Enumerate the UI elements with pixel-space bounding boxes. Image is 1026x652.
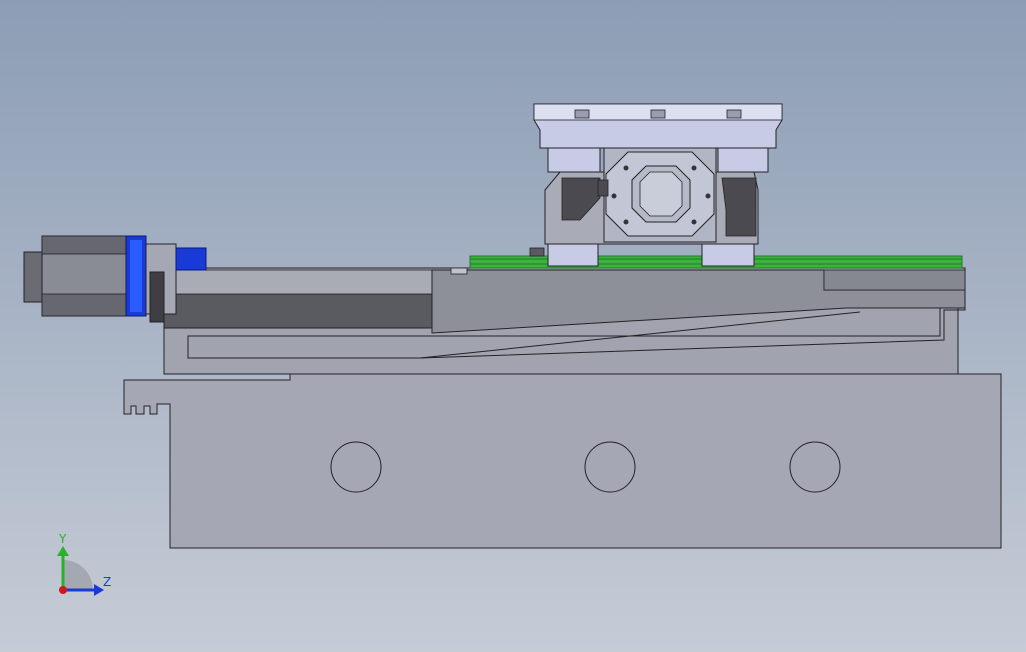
bolt-3 [611,193,617,199]
slide-fitting [450,267,468,275]
motor-body-bottom-shade [41,293,127,317]
base-bolt-hole-2 [584,441,636,493]
rotary-octagon-core [639,171,683,217]
bolt-5 [623,219,629,225]
base-bolt-hole-1 [330,441,382,493]
clamp-left [547,147,601,173]
base-body [123,373,1002,549]
slide-dark-band [163,293,433,329]
motor-flange-highlight [130,240,142,312]
bolt-4 [705,193,711,199]
triad-y-label: Y [59,532,67,546]
t-slot-1 [574,109,590,119]
bearing-block-left [547,243,599,267]
clamp-right [717,147,769,173]
machine-base[interactable] [123,373,1002,549]
slide-top-band [163,269,433,295]
t-slot-3 [726,109,742,119]
bearing-block-right [701,243,755,267]
carriage-right-shade [721,177,757,237]
slide-right-step [823,269,966,291]
base-bolt-hole-3 [789,441,841,493]
rotary-table-carriage[interactable] [533,103,783,267]
linear-axis-body[interactable] [163,267,966,375]
bolt-2 [691,165,697,171]
motor-shaft [175,247,207,271]
motor-mount-bracket [149,271,165,323]
motor-body-top-shade [41,235,127,255]
rail-end-cap [529,247,545,257]
bolt-1 [623,165,629,171]
t-slot-2 [650,109,666,119]
triad-z-label: Z [103,575,112,589]
cad-viewport[interactable] [0,0,1026,652]
bolt-6 [691,219,697,225]
motor-end-cap [23,251,43,303]
triad-origin-icon [59,586,67,594]
side-knob [597,179,609,197]
